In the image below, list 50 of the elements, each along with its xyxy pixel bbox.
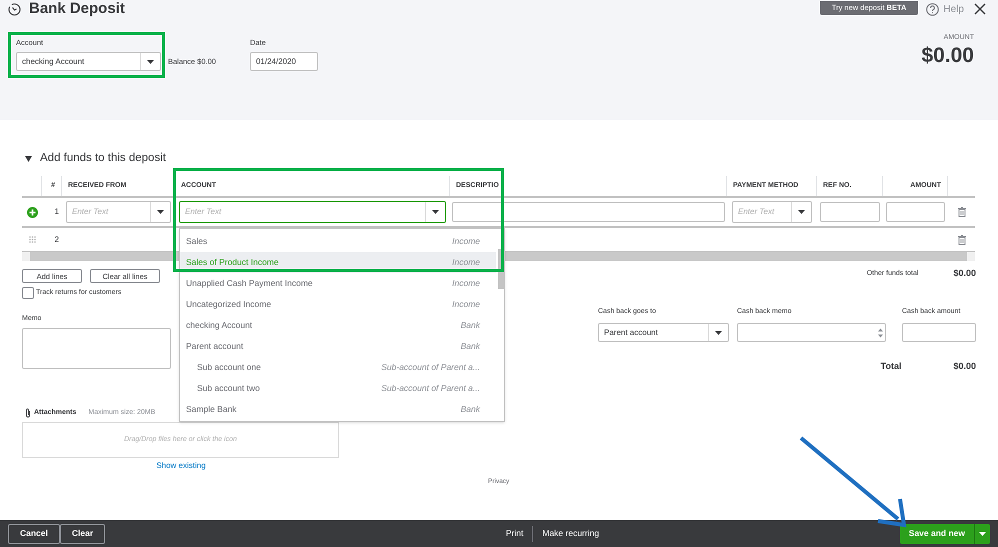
description-field[interactable] [452,202,725,222]
help-icon[interactable] [926,2,940,16]
memo-field[interactable] [22,328,171,369]
table-row[interactable]: 1 Enter Text Enter Text Enter Text [22,198,975,228]
footer-link[interactable]: Print [496,526,534,542]
account-option[interactable]: Sub account one Sub-account of Parent a... [180,357,496,378]
clock-icon [8,2,21,16]
select-field[interactable]: checking Account [16,52,161,72]
account-option[interactable]: checking Account Bank [180,315,496,336]
cash-back-memo-field[interactable] [737,323,886,342]
page-title: Bank Deposit [29,1,125,17]
caret-icon[interactable] [979,532,986,536]
account-option[interactable]: Sales Income [180,231,496,252]
date-field[interactable]: 01/24/2020 [250,52,318,72]
other-funds-value: $0.00 [953,267,976,280]
amount-value: $0.00 [921,44,974,68]
caret-icon [432,210,439,214]
ref-no-field[interactable] [820,202,880,222]
amount-field[interactable] [886,202,945,222]
help-link[interactable]: Help [943,2,964,16]
account-option[interactable]: Parent account Bank [180,336,496,358]
caret-icon [157,210,164,214]
spinner-icon[interactable] [878,326,883,339]
trash-icon[interactable] [958,234,966,245]
cash-back-amount-field[interactable] [902,323,976,342]
track-returns-checkbox[interactable] [22,287,34,300]
account-option[interactable]: Sub account two Sub-account of Parent a... [180,378,496,400]
caret-icon [147,60,154,64]
total-label: Total [880,360,902,374]
row-number: 1 [54,206,60,218]
footer-button[interactable]: Clear [60,524,106,544]
total-value: $0.00 [953,360,976,374]
select-field[interactable]: Parent account [598,323,729,342]
caret-icon [715,330,722,335]
row-number: 2 [54,234,60,246]
add-icon[interactable] [26,206,38,218]
show-existing-link[interactable]: Show existing [156,460,206,472]
account-option[interactable]: Uncategorized Income Income [180,294,496,316]
save-and-new-button[interactable]: Save and new [900,524,990,544]
close-icon[interactable] [974,3,986,15]
section-title: Add funds to this deposit [40,151,166,166]
account-option[interactable]: Unapplied Cash Payment Income Income [180,273,496,294]
trash-icon[interactable] [958,207,966,218]
collapse-caret-icon[interactable] [25,156,32,162]
caret-icon [798,210,805,214]
account-option[interactable]: Sample Bank Bank [180,399,496,420]
paperclip-icon [25,408,31,418]
drag-handle-icon[interactable] [28,236,36,244]
footer-button[interactable]: Cancel [8,524,60,544]
footer-link[interactable]: Make recurring [533,526,608,542]
